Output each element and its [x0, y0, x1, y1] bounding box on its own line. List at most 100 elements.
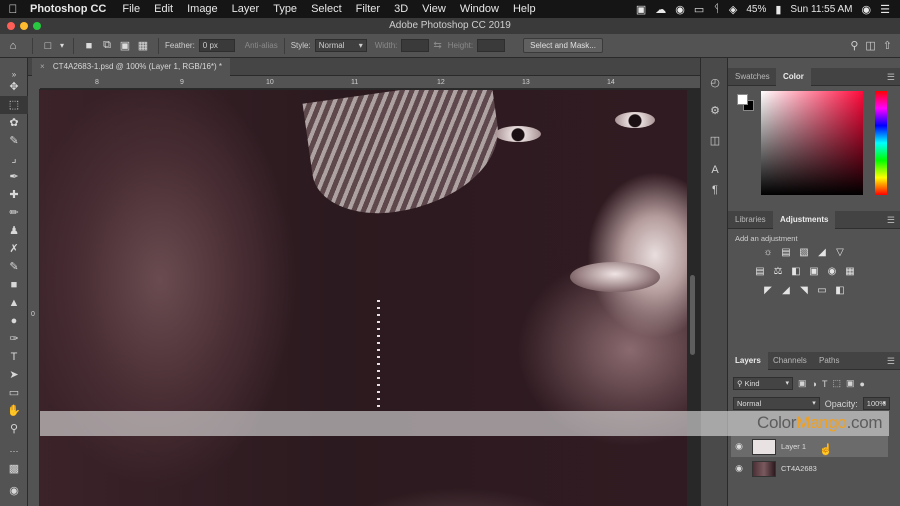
- rectangular-marquee-icon[interactable]: ⬚: [0, 96, 28, 114]
- quick-selection-icon[interactable]: ✎: [0, 132, 28, 150]
- opacity-input[interactable]: 100%: [862, 397, 890, 410]
- width-input[interactable]: [401, 39, 430, 52]
- new-selection-icon[interactable]: ■: [80, 40, 98, 52]
- menu-edit[interactable]: Edit: [147, 3, 180, 15]
- menu-file[interactable]: File: [115, 3, 147, 15]
- menu-select[interactable]: Select: [304, 3, 349, 15]
- display-icon[interactable]: ▭: [694, 3, 704, 16]
- eraser-icon[interactable]: ✎: [0, 258, 28, 276]
- menu-3d[interactable]: 3D: [387, 3, 415, 15]
- healing-brush-icon[interactable]: ✚: [0, 186, 28, 204]
- tab-paths[interactable]: Paths: [812, 352, 846, 370]
- menu-window[interactable]: Window: [453, 3, 506, 15]
- close-tab-icon[interactable]: ×: [40, 62, 45, 71]
- layer-row-layer-1[interactable]: ◉ Layer 1: [731, 436, 888, 457]
- menu-help[interactable]: Help: [506, 3, 543, 15]
- color-field[interactable]: [761, 91, 863, 195]
- rectangle-shape-icon[interactable]: ▭: [0, 384, 28, 402]
- eye-icon[interactable]: ◉: [731, 441, 747, 452]
- tab-color[interactable]: Color: [776, 68, 811, 86]
- black-white-icon[interactable]: ◧: [790, 266, 802, 278]
- foreground-background-icon[interactable]: ▩: [0, 460, 28, 478]
- quick-mask-icon[interactable]: ◉: [0, 482, 28, 500]
- home-icon[interactable]: ⌂: [0, 40, 26, 52]
- vertical-ruler[interactable]: 0: [28, 89, 40, 506]
- tab-layers[interactable]: Layers: [728, 352, 768, 370]
- selective-color-icon[interactable]: ◧: [834, 285, 846, 297]
- type-tool-icon[interactable]: T: [0, 348, 28, 366]
- notification-center-icon[interactable]: ☰: [880, 3, 890, 16]
- invert-icon[interactable]: ◤: [762, 285, 774, 297]
- siri-icon[interactable]: ◉: [862, 3, 872, 16]
- brush-icon[interactable]: ✏: [0, 204, 28, 222]
- close-window-button[interactable]: [7, 22, 15, 30]
- menu-filter[interactable]: Filter: [349, 3, 387, 15]
- gradient-map-icon[interactable]: ▭: [816, 285, 828, 297]
- gradient-icon[interactable]: ■: [0, 276, 28, 294]
- threshold-icon[interactable]: ◥: [798, 285, 810, 297]
- pen-icon[interactable]: ✑: [0, 330, 28, 348]
- path-selection-icon[interactable]: ➤: [0, 366, 28, 384]
- dodge-icon[interactable]: ●: [0, 312, 28, 330]
- character-panel-icon[interactable]: A: [701, 164, 729, 176]
- tab-channels[interactable]: Channels: [766, 352, 814, 370]
- tab-adjustments[interactable]: Adjustments: [773, 211, 836, 229]
- document-tab[interactable]: × CT4A2683-1.psd @ 100% (Layer 1, RGB/16…: [32, 58, 230, 76]
- style-select[interactable]: Normal: [314, 39, 367, 52]
- search-icon[interactable]: ⚲: [850, 39, 858, 52]
- menu-type[interactable]: Type: [266, 3, 304, 15]
- hue-saturation-icon[interactable]: ▤: [754, 266, 766, 278]
- swap-icon[interactable]: ⇆: [433, 40, 441, 51]
- menu-image[interactable]: Image: [180, 3, 225, 15]
- share-icon[interactable]: ⇧: [883, 39, 892, 52]
- menu-layer[interactable]: Layer: [225, 3, 267, 15]
- canvas-photo[interactable]: [40, 90, 687, 506]
- screen-record-icon[interactable]: ◉: [675, 3, 685, 16]
- foreground-color-swatch[interactable]: [737, 94, 748, 105]
- hand-icon[interactable]: ✋: [0, 402, 28, 420]
- select-and-mask-button[interactable]: Select and Mask...: [523, 38, 603, 53]
- horizontal-ruler[interactable]: 8 9 10 11 12 13 14: [40, 76, 700, 89]
- filter-adjustment-icon[interactable]: ◑: [812, 379, 817, 389]
- crop-icon[interactable]: ⌟: [0, 150, 28, 168]
- height-input[interactable]: [477, 39, 506, 52]
- tab-swatches[interactable]: Swatches: [728, 68, 777, 86]
- intersect-selection-icon[interactable]: ▦: [134, 39, 152, 52]
- clock[interactable]: Sun 11:55 AM: [790, 4, 852, 15]
- photo-filter-icon[interactable]: ▣: [808, 266, 820, 278]
- more-tools-icon[interactable]: ⋯: [0, 442, 28, 460]
- antialias-checkbox[interactable]: Anti-alias: [245, 41, 278, 50]
- apple-icon[interactable]: : [0, 2, 26, 16]
- camera-icon[interactable]: ▣: [636, 3, 646, 16]
- posterize-icon[interactable]: ◢: [780, 285, 792, 297]
- add-selection-icon[interactable]: ⧉: [98, 39, 116, 52]
- panel-menu-icon[interactable]: ☰: [887, 211, 895, 229]
- history-brush-icon[interactable]: ✗: [0, 240, 28, 258]
- filter-smart-object-icon[interactable]: ▣: [846, 378, 855, 389]
- feather-input[interactable]: 0 px: [198, 39, 235, 52]
- chevron-down-icon[interactable]: ▾: [57, 41, 67, 50]
- battery-icon[interactable]: ▮: [775, 3, 781, 16]
- color-lookup-icon[interactable]: ▦: [844, 266, 856, 278]
- brightness-icon[interactable]: ☼: [762, 247, 774, 259]
- filter-shape-icon[interactable]: ⬚: [832, 378, 841, 389]
- subtract-selection-icon[interactable]: ▣: [116, 39, 134, 52]
- panel-menu-icon[interactable]: ☰: [887, 352, 895, 370]
- curves-icon[interactable]: ▧: [798, 247, 810, 259]
- eyedropper-icon[interactable]: ✒: [0, 168, 28, 186]
- clone-stamp-icon[interactable]: ♟: [0, 222, 28, 240]
- bluetooth-icon[interactable]: ᛩ: [713, 3, 720, 15]
- history-panel-icon[interactable]: ◴: [701, 76, 729, 89]
- color-balance-icon[interactable]: ⚖: [772, 266, 784, 278]
- kind-filter-select[interactable]: ⚲ Kind: [733, 377, 793, 390]
- properties-panel-icon[interactable]: ⚙: [701, 104, 729, 117]
- filter-type-icon[interactable]: T: [822, 379, 828, 389]
- lasso-icon[interactable]: ✿: [0, 114, 28, 132]
- layer-row-ct4a2683[interactable]: ◉ CT4A2683: [731, 458, 888, 479]
- paragraph-panel-icon[interactable]: ¶: [701, 184, 729, 196]
- panel-menu-icon[interactable]: ☰: [887, 68, 895, 86]
- blur-icon[interactable]: ▲: [0, 294, 28, 312]
- creative-cloud-icon[interactable]: ☁: [655, 3, 666, 16]
- workspace-icon[interactable]: ◫: [865, 39, 875, 52]
- blend-mode-select[interactable]: Normal: [733, 397, 820, 410]
